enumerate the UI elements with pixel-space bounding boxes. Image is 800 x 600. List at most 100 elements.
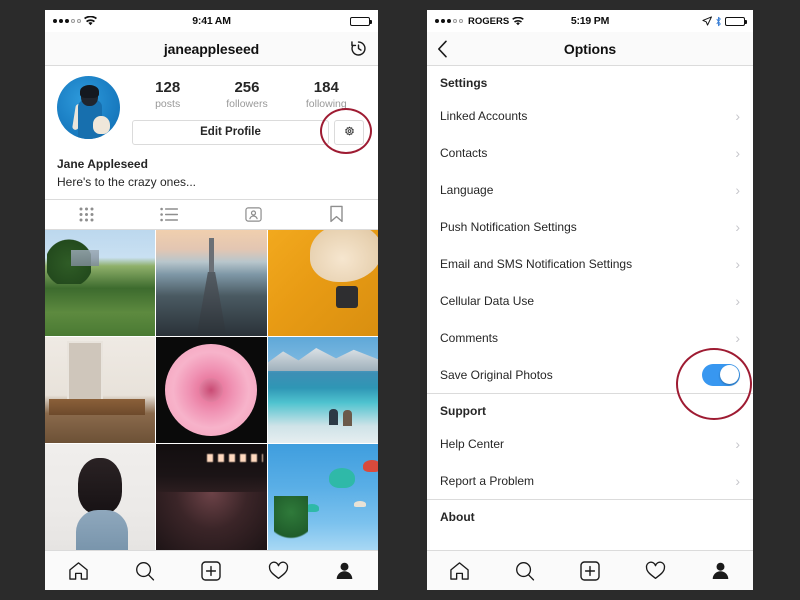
option-row-language[interactable]: Language › bbox=[427, 171, 753, 208]
profile-icon bbox=[335, 561, 354, 580]
bluetooth-icon bbox=[715, 16, 722, 27]
carrier-name: ROGERS bbox=[468, 15, 510, 27]
bio-text: Here's to the crazy ones... bbox=[57, 174, 197, 189]
stat-followers-label: followers bbox=[226, 97, 268, 110]
stat-followers-value: 256 bbox=[234, 79, 260, 96]
right-bottom-nav bbox=[427, 550, 753, 590]
nav-add-post-button[interactable] bbox=[178, 560, 245, 581]
option-label: Linked Accounts bbox=[440, 108, 528, 123]
chevron-right-icon: › bbox=[735, 181, 740, 198]
grid-photo[interactable] bbox=[267, 337, 378, 443]
chevron-right-icon: › bbox=[735, 218, 740, 235]
option-row-email-sms-notification-settings[interactable]: Email and SMS Notification Settings › bbox=[427, 245, 753, 282]
tab-grid-view[interactable] bbox=[45, 206, 128, 223]
stat-following[interactable]: 184 following bbox=[298, 79, 354, 110]
profile-stats: 128 posts 256 followers 184 following Ed… bbox=[120, 76, 366, 145]
nav-home-button[interactable] bbox=[427, 561, 492, 581]
nav-search-button[interactable] bbox=[112, 561, 179, 581]
grid-icon bbox=[78, 206, 95, 223]
wifi-icon bbox=[84, 16, 97, 26]
profile-bio: Jane Appleseed Here's to the crazy ones.… bbox=[45, 151, 378, 199]
edit-profile-button[interactable]: Edit Profile bbox=[132, 119, 329, 145]
signal-dots-icon bbox=[53, 19, 81, 23]
wifi-icon bbox=[512, 16, 525, 26]
profile-body: 128 posts 256 followers 184 following Ed… bbox=[45, 66, 378, 550]
right-phone-options-screen: ROGERS 5:19 PM Options Settings Linked A… bbox=[427, 10, 753, 590]
settings-gear-button[interactable] bbox=[334, 119, 364, 145]
status-right-group bbox=[231, 16, 373, 26]
option-row-contacts[interactable]: Contacts › bbox=[427, 134, 753, 171]
tab-tagged-view[interactable] bbox=[212, 206, 295, 223]
avatar[interactable] bbox=[57, 76, 120, 139]
stat-following-label: following bbox=[305, 97, 347, 110]
chevron-right-icon: › bbox=[735, 255, 740, 272]
stat-posts[interactable]: 128 posts bbox=[140, 79, 196, 110]
page-title: Options bbox=[563, 40, 617, 57]
left-bottom-nav bbox=[45, 550, 378, 590]
grid-photo[interactable] bbox=[267, 230, 378, 336]
signal-dots-icon bbox=[435, 19, 463, 23]
option-row-save-original-photos[interactable]: Save Original Photos bbox=[427, 356, 753, 393]
status-signal-group bbox=[53, 16, 192, 26]
battery-full-icon bbox=[350, 16, 373, 26]
display-name: Jane Appleseed bbox=[57, 156, 148, 171]
option-row-report-a-problem[interactable]: Report a Problem › bbox=[427, 462, 753, 499]
option-label: Save Original Photos bbox=[440, 367, 553, 382]
save-original-photos-toggle[interactable] bbox=[702, 363, 740, 386]
grid-photo[interactable] bbox=[45, 230, 156, 336]
option-row-comments[interactable]: Comments › bbox=[427, 319, 753, 356]
option-label: Report a Problem bbox=[440, 473, 535, 488]
chevron-right-icon: › bbox=[735, 144, 740, 161]
grid-photo[interactable] bbox=[45, 444, 156, 550]
stat-followers[interactable]: 256 followers bbox=[219, 79, 275, 110]
status-time: 9:41 AM bbox=[192, 15, 231, 27]
chevron-right-icon: › bbox=[735, 292, 740, 309]
status-time: 5:19 PM bbox=[570, 15, 610, 27]
nav-profile-button[interactable] bbox=[688, 561, 753, 580]
nav-profile-button[interactable] bbox=[311, 561, 378, 580]
tab-list-view[interactable] bbox=[128, 207, 211, 222]
list-icon bbox=[160, 207, 179, 222]
chevron-right-icon: › bbox=[735, 329, 740, 346]
left-status-bar: 9:41 AM bbox=[45, 10, 378, 32]
back-button[interactable] bbox=[437, 40, 448, 58]
nav-add-post-button[interactable] bbox=[557, 560, 622, 581]
grid-photo[interactable] bbox=[156, 230, 267, 336]
option-label: Cellular Data Use bbox=[440, 293, 535, 308]
tab-saved-view[interactable] bbox=[295, 205, 378, 223]
heart-icon bbox=[645, 561, 666, 580]
location-arrow-icon bbox=[702, 16, 712, 26]
tagged-person-icon bbox=[244, 206, 262, 223]
section-header-support: Support bbox=[427, 394, 753, 425]
profile-icon bbox=[711, 561, 730, 580]
nav-activity-button[interactable] bbox=[623, 561, 688, 580]
stat-following-value: 184 bbox=[313, 79, 339, 96]
chevron-right-icon: › bbox=[735, 472, 740, 489]
grid-photo[interactable] bbox=[267, 444, 378, 550]
nav-activity-button[interactable] bbox=[245, 561, 312, 580]
search-icon bbox=[515, 561, 535, 581]
option-row-help-center[interactable]: Help Center › bbox=[427, 425, 753, 462]
bookmark-icon bbox=[329, 205, 344, 223]
grid-photo[interactable] bbox=[45, 337, 156, 443]
add-post-icon bbox=[201, 560, 222, 581]
grid-photo[interactable] bbox=[156, 337, 267, 443]
option-row-linked-accounts[interactable]: Linked Accounts › bbox=[427, 97, 753, 134]
grid-photo[interactable] bbox=[156, 444, 267, 550]
home-icon bbox=[68, 561, 89, 581]
option-row-push-notification-settings[interactable]: Push Notification Settings › bbox=[427, 208, 753, 245]
status-signal-group: ROGERS bbox=[435, 16, 571, 27]
battery-charged-icon bbox=[725, 16, 748, 26]
search-icon bbox=[135, 561, 155, 581]
archive-history-button[interactable] bbox=[349, 39, 368, 58]
stat-posts-label: posts bbox=[155, 97, 181, 110]
stats-row: 128 posts 256 followers 184 following bbox=[128, 76, 366, 112]
section-header-about: About bbox=[427, 500, 753, 531]
stat-posts-value: 128 bbox=[155, 79, 181, 96]
chevron-left-icon bbox=[437, 40, 448, 58]
nav-search-button[interactable] bbox=[492, 561, 557, 581]
nav-home-button[interactable] bbox=[45, 561, 112, 581]
option-row-cellular-data-use[interactable]: Cellular Data Use › bbox=[427, 282, 753, 319]
chevron-right-icon: › bbox=[735, 435, 740, 452]
right-status-bar: ROGERS 5:19 PM bbox=[427, 10, 753, 32]
